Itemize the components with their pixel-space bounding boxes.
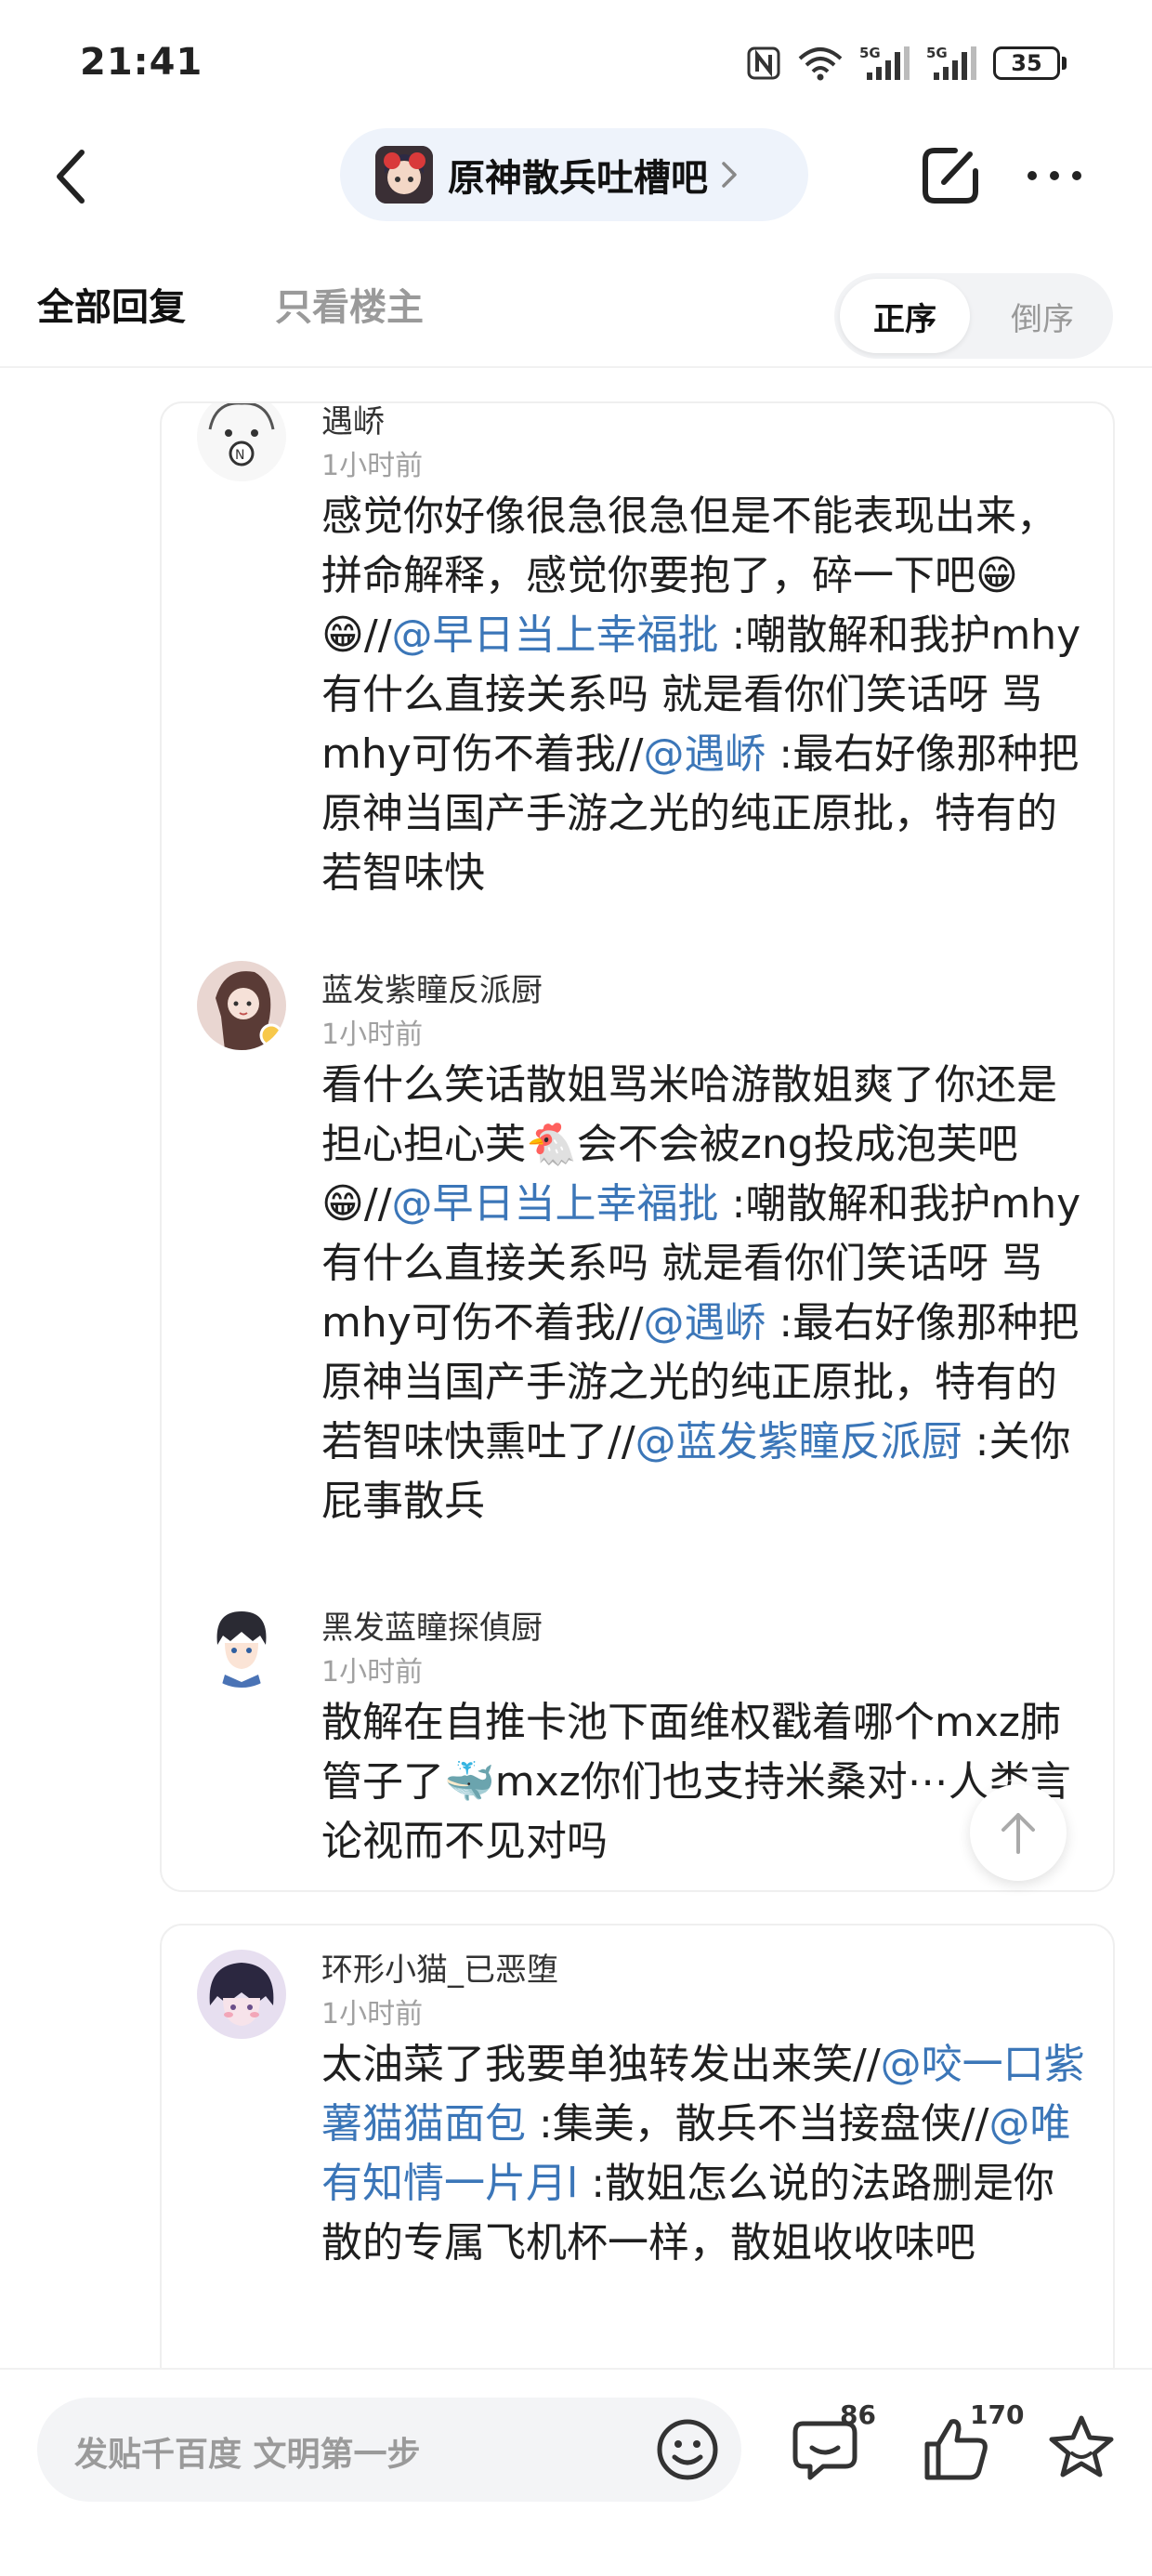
mention-link[interactable]: @早日当上幸福批 (392, 1180, 719, 1228)
svg-text:N: N (235, 448, 244, 463)
tab-bar: 全部回复 只看楼主 正序 倒序 (0, 258, 1152, 368)
battery-level: 35 (993, 46, 1060, 80)
whale-emoji-icon: 🐳 (444, 1758, 495, 1806)
more-icon (1028, 171, 1037, 180)
back-icon (57, 150, 85, 204)
favorite-button[interactable] (1046, 2407, 1120, 2481)
edit-button[interactable] (918, 143, 983, 208)
wifi-icon (798, 47, 843, 81)
mention-link[interactable]: @早日当上幸福批 (392, 611, 719, 659)
reply-time: 1小时前 (321, 1998, 424, 2031)
avatar[interactable] (197, 1598, 286, 1688)
reply-author[interactable]: 遇峤 (321, 403, 385, 441)
like-button[interactable]: 170 (920, 2399, 1050, 2481)
reply-content: 太油菜了我要单独转发出来笑//@咬一口紫薯猫猫面包 :集美，散兵不当接盘侠//@… (321, 2041, 1085, 2267)
reply-author[interactable]: 黑发蓝瞳探偵厨 (321, 1602, 543, 1648)
more-button[interactable] (1022, 143, 1087, 208)
arrow-up-icon (1001, 1813, 1035, 1854)
edit-icon (923, 148, 978, 204)
nfc-icon (747, 46, 780, 80)
reply-author[interactable]: 蓝发紫瞳反派厨 (321, 965, 543, 1010)
mention-link[interactable]: @遇峤 (643, 730, 766, 778)
reply-author[interactable]: 环形小猫_已恶堕 (321, 1944, 558, 1990)
chevron-right-icon (722, 162, 737, 188)
status-bar: 21:41 5G 5G 35 (0, 0, 1152, 130)
mention-link[interactable]: @遇峤 (643, 1299, 766, 1347)
bottom-bar: 发贴千百度 文明第一步 86 170 (0, 2368, 1152, 2576)
sort-ascending-button[interactable]: 正序 (840, 279, 970, 353)
forum-name: 原神散兵吐槽吧 (448, 157, 708, 200)
reply-time: 1小时前 (321, 450, 424, 482)
back-button[interactable] (43, 138, 98, 216)
like-count: 170 (970, 2399, 1025, 2430)
star-icon (1049, 2415, 1114, 2477)
reply-content: 看什么笑话散姐骂米哈游散姐爽了你还是担心担心芙🐔会不会被zng投成泡芙吧😁//@… (321, 1061, 1081, 1525)
nav-bar: 原神散兵吐槽吧 (0, 121, 1152, 232)
post-input-placeholder: 发贴千百度 文明第一步 (74, 2436, 421, 2474)
battery-icon: 35 (993, 46, 1067, 80)
reply-thread-card: N 遇峤 1小时前 感觉你好像很急很急但是不能表现出来，拼命解释，感觉你要抱了，… (160, 401, 1115, 1892)
svg-text:5G: 5G (926, 45, 948, 61)
avatar[interactable]: N (197, 403, 286, 481)
avatar[interactable] (197, 961, 286, 1050)
tab-all-replies[interactable]: 全部回复 (37, 277, 186, 331)
scroll-to-top-button[interactable] (970, 1784, 1067, 1881)
status-icons: 5G 5G 35 (746, 45, 1067, 82)
emoji-icon[interactable] (654, 2416, 721, 2483)
mention-link[interactable]: @蓝发紫瞳反派厨 (635, 1418, 962, 1465)
reply-time: 1小时前 (321, 1019, 424, 1051)
chicken-emoji-icon: 🐔 (526, 1121, 577, 1168)
clock: 21:41 (80, 41, 203, 84)
reply-time: 1小时前 (321, 1656, 424, 1689)
avatar[interactable] (197, 1950, 286, 2039)
forum-link[interactable]: 原神散兵吐槽吧 (340, 128, 808, 221)
forum-avatar (375, 146, 433, 204)
grin-emoji-icon: 😁 (321, 1180, 364, 1228)
comment-count: 86 (840, 2399, 876, 2430)
tab-op-only[interactable]: 只看楼主 (275, 277, 424, 331)
comment-button[interactable]: 86 (790, 2399, 901, 2481)
signal-5g-icon-2: 5G (926, 45, 976, 80)
post-input[interactable]: 发贴千百度 文明第一步 (37, 2398, 741, 2502)
reply-content: 感觉你好像很急很急但是不能表现出来，拼命解释，感觉你要抱了，碎一下吧😁😁//@早… (321, 493, 1081, 897)
sort-descending-button[interactable]: 倒序 (977, 279, 1107, 353)
signal-5g-icon: 5G (859, 45, 910, 80)
svg-text:5G: 5G (859, 45, 881, 61)
sort-toggle: 正序 倒序 (834, 273, 1113, 359)
